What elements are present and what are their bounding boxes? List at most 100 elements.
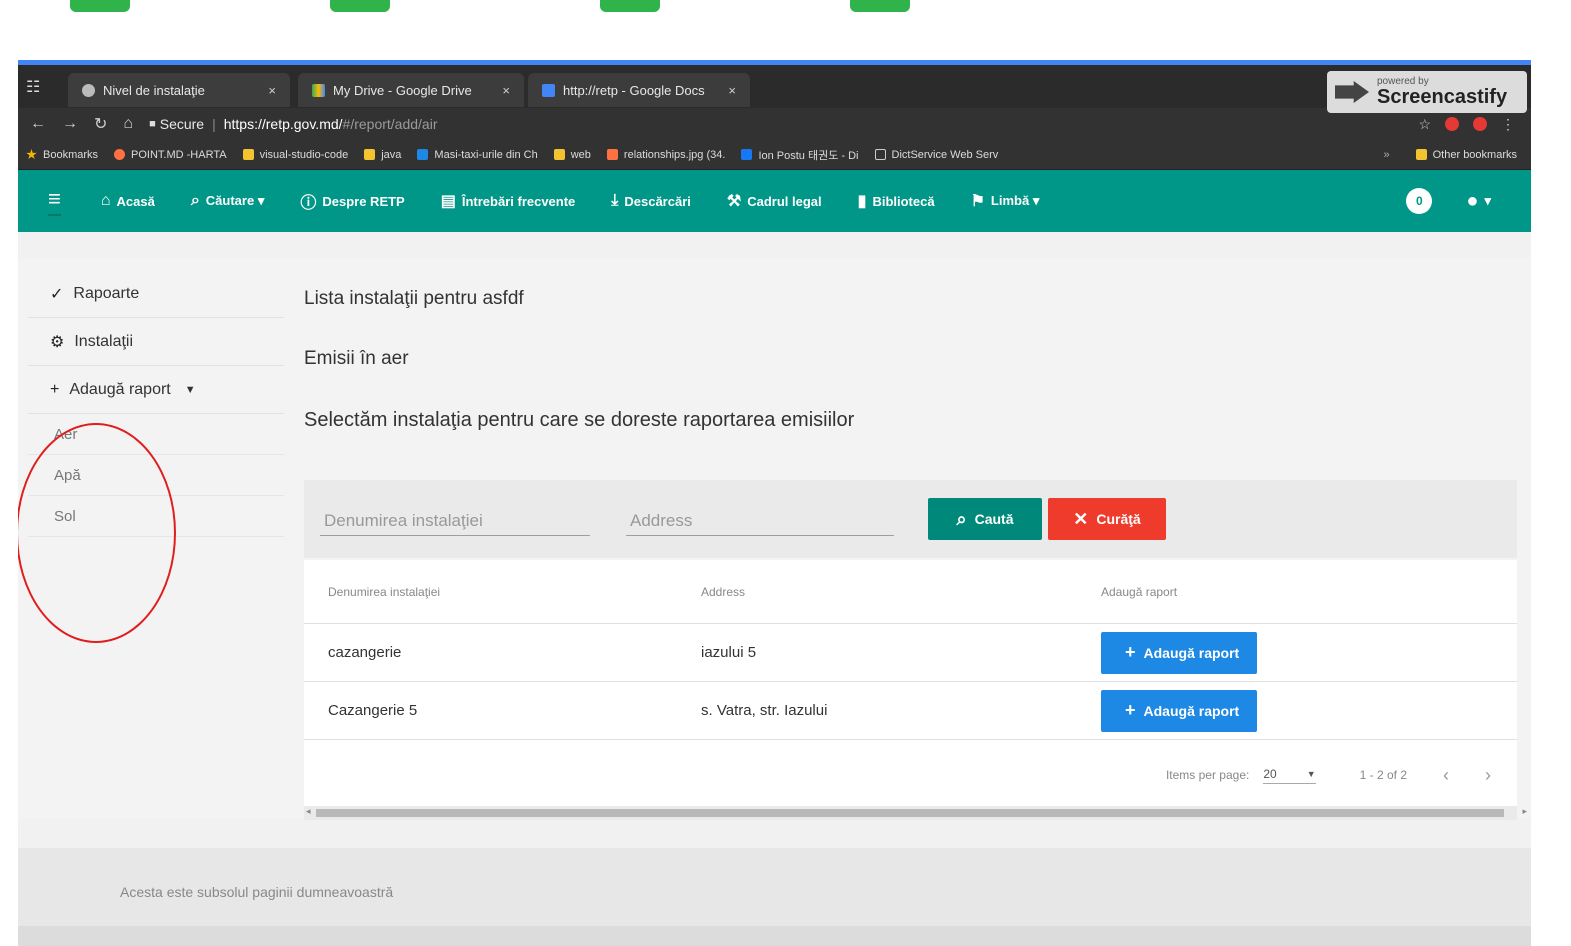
bookmark-item[interactable]: java (364, 149, 401, 161)
table-row: cazangerie iazului 5 + Adaugă raport (304, 624, 1517, 682)
close-icon[interactable]: × (488, 83, 510, 98)
tab-google-docs[interactable]: http://retp - Google Docs × (528, 73, 750, 107)
chevron-down-icon: ▾ (1484, 193, 1491, 208)
nav-limba[interactable]: ⚑ Limbă ▾ (971, 191, 1040, 211)
bookmark-item[interactable]: Bookmarks (26, 149, 98, 161)
bookmark-item[interactable]: Masi-taxi-urile din Ch (417, 148, 538, 161)
book-icon: ▮ (857, 193, 867, 210)
home-icon[interactable]: ⌂ (123, 115, 133, 133)
scroll-left-icon[interactable]: ◂ (306, 806, 311, 817)
close-icon[interactable]: × (714, 83, 736, 98)
sidebar-item-label: Adaugă raport (69, 380, 171, 398)
items-per-page-select[interactable]: 20 ▼ (1263, 767, 1316, 784)
folder-icon (1415, 149, 1427, 160)
search-button[interactable]: ⌕ Caută (928, 498, 1042, 540)
star-icon (26, 149, 37, 160)
nav-acasa[interactable]: ⌂ Acasă (101, 192, 155, 210)
installation-name-input[interactable]: Denumirea instalaţiei (320, 506, 590, 536)
page-icon (874, 149, 886, 160)
filter-bar: Denumirea instalaţiei Address ⌕ Caută ✕ Cu… (304, 480, 1517, 558)
nav-cautare[interactable]: ⌕ Căutare ▾ (191, 192, 265, 210)
previous-page-icon[interactable]: ‹ (1443, 765, 1449, 786)
cell-address: s. Vatra, str. Iazului (701, 702, 828, 719)
bookmark-item[interactable]: relationships.jpg (34. (606, 149, 725, 161)
url-separator: | (212, 116, 216, 132)
nav-despre[interactable]: ⓘ Despre RETP (300, 189, 404, 213)
gavel-icon: ⚒ (726, 193, 742, 210)
app-navbar: ≡ ⌂ Acasă ⌕ Căutare ▾ ⓘ Despre RETP ▤ Întreb… (18, 170, 1531, 232)
close-icon[interactable]: × (254, 83, 276, 98)
folder-icon (553, 149, 565, 160)
bookmark-item[interactable]: visual-studio-code (242, 149, 348, 161)
notifications-bell-icon[interactable]: 0 (1406, 188, 1433, 214)
gear-icon: ⚙ (50, 333, 65, 351)
tab-google-drive[interactable]: My Drive - Google Drive × (298, 73, 524, 107)
facebook-icon (741, 149, 753, 160)
bookmark-item[interactable]: web (553, 148, 591, 161)
tab-label: http://retp - Google Docs (563, 82, 705, 98)
forward-icon[interactable]: → (62, 115, 78, 133)
sidebar-item-rapoarte[interactable]: ✓ Rapoarte (28, 270, 284, 318)
star-icon[interactable]: ☆ (1418, 116, 1431, 133)
hamburger-menu-icon[interactable]: ≡ (48, 186, 61, 216)
reload-icon[interactable]: ↻ (94, 114, 107, 134)
chat-icon: ▤ (440, 193, 456, 210)
search-button-label: Caută (974, 511, 1014, 527)
menu-kebab-icon[interactable]: ⋮ (1501, 116, 1515, 133)
url-input[interactable]: https://retp.gov.md/#/report/add/air (224, 116, 438, 132)
flag-icon: ⚑ (970, 193, 985, 210)
nav-label: Despre RETP (322, 193, 405, 209)
horizontal-scrollbar[interactable]: ◂ ▸ (304, 806, 1527, 820)
tab-nivel-instalatie[interactable]: Nivel de instalaţie × (68, 73, 290, 107)
nav-cadrul-legal[interactable]: ⚒ Cadrul legal (727, 191, 822, 211)
sidebar-item-instalatii[interactable]: ⚙ Instalaţii (28, 318, 284, 366)
account-circle-icon: ● (1466, 189, 1479, 212)
table-header: Denumirea instalaţiei Address Adaugă rap… (304, 560, 1517, 624)
plus-icon: + (1125, 642, 1136, 662)
cell-name: Cazangerie 5 (328, 702, 418, 719)
next-page-icon[interactable]: › (1485, 765, 1491, 786)
scroll-right-icon[interactable]: ▸ (1522, 806, 1527, 817)
add-report-button[interactable]: + Adaugă raport (1101, 689, 1258, 732)
chevron-double-right-icon[interactable]: » (1384, 149, 1390, 161)
bookmark-item[interactable]: POINT.MD -HARTA (114, 149, 227, 161)
column-header-name[interactable]: Denumirea instalaţiei (304, 585, 701, 599)
tab-label: My Drive - Google Drive (333, 82, 472, 98)
other-bookmarks-label: Other bookmarks (1432, 148, 1517, 161)
column-header-address[interactable]: Address (701, 585, 1101, 599)
account-menu[interactable]: ● ▾ (1466, 190, 1491, 213)
bookmark-label: POINT.MD -HARTA (131, 148, 227, 161)
extension-icon[interactable] (1445, 117, 1459, 131)
address-input[interactable]: Address (626, 506, 894, 536)
nav-biblioteca[interactable]: ▮ Bibliotecă (858, 191, 935, 211)
back-icon[interactable]: ← (30, 115, 46, 133)
bookmark-item[interactable]: DictService Web Serv (874, 148, 999, 161)
nav-label: Căutare ▾ (205, 193, 265, 208)
page-title: Lista instalaţii pentru asfdf (304, 288, 524, 309)
add-report-button[interactable]: + Adaugă raport (1101, 631, 1258, 674)
other-bookmarks[interactable]: » Other bookmarks (1384, 149, 1518, 161)
cell-address: iazului 5 (701, 644, 757, 661)
nav-label: Bibliotecă (872, 193, 935, 209)
installations-table: Denumirea instalaţiei Address Adaugă rap… (304, 560, 1517, 810)
nav-label: Acasă (116, 193, 155, 209)
extension-icon[interactable] (1473, 117, 1487, 131)
bookmark-label: Masi-taxi-urile din Ch (434, 148, 538, 161)
bookmark-item[interactable]: Ion Postu 태권도 - Di (741, 147, 859, 163)
nav-intrebari[interactable]: ▤ Întrebări frecvente (441, 191, 576, 211)
nav-label: Întrebări frecvente (461, 193, 576, 209)
nav-label: Limbă ▾ (990, 193, 1040, 208)
sidebar-item-adauga-raport[interactable]: + Adaugă raport ▼ (28, 366, 284, 414)
search-icon: ⌕ (956, 508, 967, 529)
highlight-circle (18, 423, 176, 643)
sidebar-item-label: Instalaţii (74, 332, 134, 350)
instruction-text: Selectăm instalaţia pentru care se dores… (304, 409, 855, 431)
lock-icon: ■ (149, 118, 156, 130)
clear-button[interactable]: ✕ Curăţă (1048, 498, 1166, 540)
address-bar: ← → ↻ ⌂ ■ Secure | https://retp.gov.md/#… (18, 108, 1531, 140)
bookmark-label: web (570, 148, 591, 161)
nav-descarcari[interactable]: ⤓ Descărcări (611, 192, 691, 210)
scrollbar-thumb[interactable] (316, 809, 1504, 817)
bookmark-label: DictService Web Serv (891, 148, 999, 161)
secure-label: Secure (159, 116, 205, 132)
